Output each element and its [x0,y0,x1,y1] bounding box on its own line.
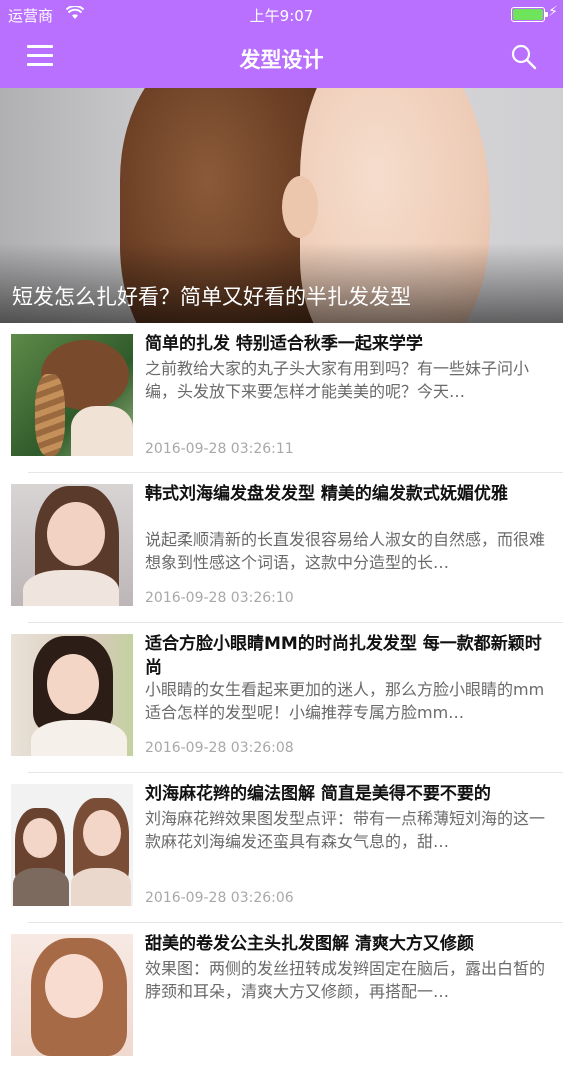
status-time: 上午9:07 [249,7,314,25]
list-item[interactable]: 刘海麻花辫的编法图解 简直是美得不要不要的 刘海麻花辫效果图发型点评：带有一点稀… [0,773,563,923]
article-title: 甜美的卷发公主头扎发图解 清爽大方又修颜 [145,934,474,954]
list-item[interactable]: 甜美的卷发公主头扎发图解 清爽大方又修颜 效果图：两侧的发丝扭转成发辫固定在脑后… [0,923,563,1073]
list-item[interactable]: 简单的扎发 特别适合秋季一起来学学 之前教给大家的丸子头大家有用到吗？有一些妹子… [0,323,563,473]
list-item[interactable]: 韩式刘海编发盘发发型 精美的编发款式妩媚优雅 说起柔顺清新的长直发很容易给人淑女… [0,473,563,623]
article-thumbnail [11,484,133,606]
article-summary: 刘海麻花辫效果图发型点评：带有一点稀薄短刘海的这一款麻花刘海编发还蛮具有森女气息… [145,809,546,851]
article-title: 韩式刘海编发盘发发型 精美的编发款式妩媚优雅 [145,484,508,504]
list-item[interactable]: 适合方脸小眼睛MM的时尚扎发发型 每一款都新颖时尚 小眼睛的女生看起来更加的迷人… [0,623,563,773]
search-icon[interactable] [511,44,537,70]
article-date: 2016-09-28 03:26:11 [145,441,294,457]
article-title: 适合方脸小眼睛MM的时尚扎发发型 每一款都新颖时尚 [145,634,542,678]
article-thumbnail [11,784,133,906]
article-thumbnail [11,934,133,1056]
status-bar: 运营商 上午9:07 ⚡ [0,0,563,28]
article-summary: 说起柔顺清新的长直发很容易给人淑女的自然感，而很难想象到性感这个词语，这款中分造… [145,530,546,572]
battery-icon [511,7,548,22]
article-summary: 小眼睛的女生看起来更加的迷人，那么方脸小眼睛的mm适合怎样的发型呢！小编推荐专属… [145,680,545,722]
article-date: 2016-09-28 03:26:08 [145,740,294,756]
article-list: 简单的扎发 特别适合秋季一起来学学 之前教给大家的丸子头大家有用到吗？有一些妹子… [0,323,563,1073]
article-date: 2016-09-28 03:26:10 [145,590,294,606]
article-thumbnail [11,634,133,756]
article-title: 简单的扎发 特别适合秋季一起来学学 [145,334,423,354]
page-title: 发型设计 [239,48,324,72]
article-summary: 效果图：两侧的发丝扭转成发辫固定在脑后，露出白皙的脖颈和耳朵，清爽大方又修颜，再… [145,959,546,1001]
article-thumbnail [11,334,133,456]
article-title: 刘海麻花辫的编法图解 简直是美得不要不要的 [145,784,491,804]
article-date: 2016-09-28 03:26:06 [145,890,294,906]
banner-caption: 短发怎么扎好看？简单又好看的半扎发发型 [12,285,411,309]
article-summary: 之前教给大家的丸子头大家有用到吗？有一些妹子问小编，头发放下来要怎样才能美美的呢… [145,359,530,401]
charging-icon: ⚡ [548,4,558,20]
featured-banner[interactable]: 短发怎么扎好看？简单又好看的半扎发发型 [0,88,563,323]
app-header: 运营商 上午9:07 ⚡ 发型设计 [0,0,563,88]
